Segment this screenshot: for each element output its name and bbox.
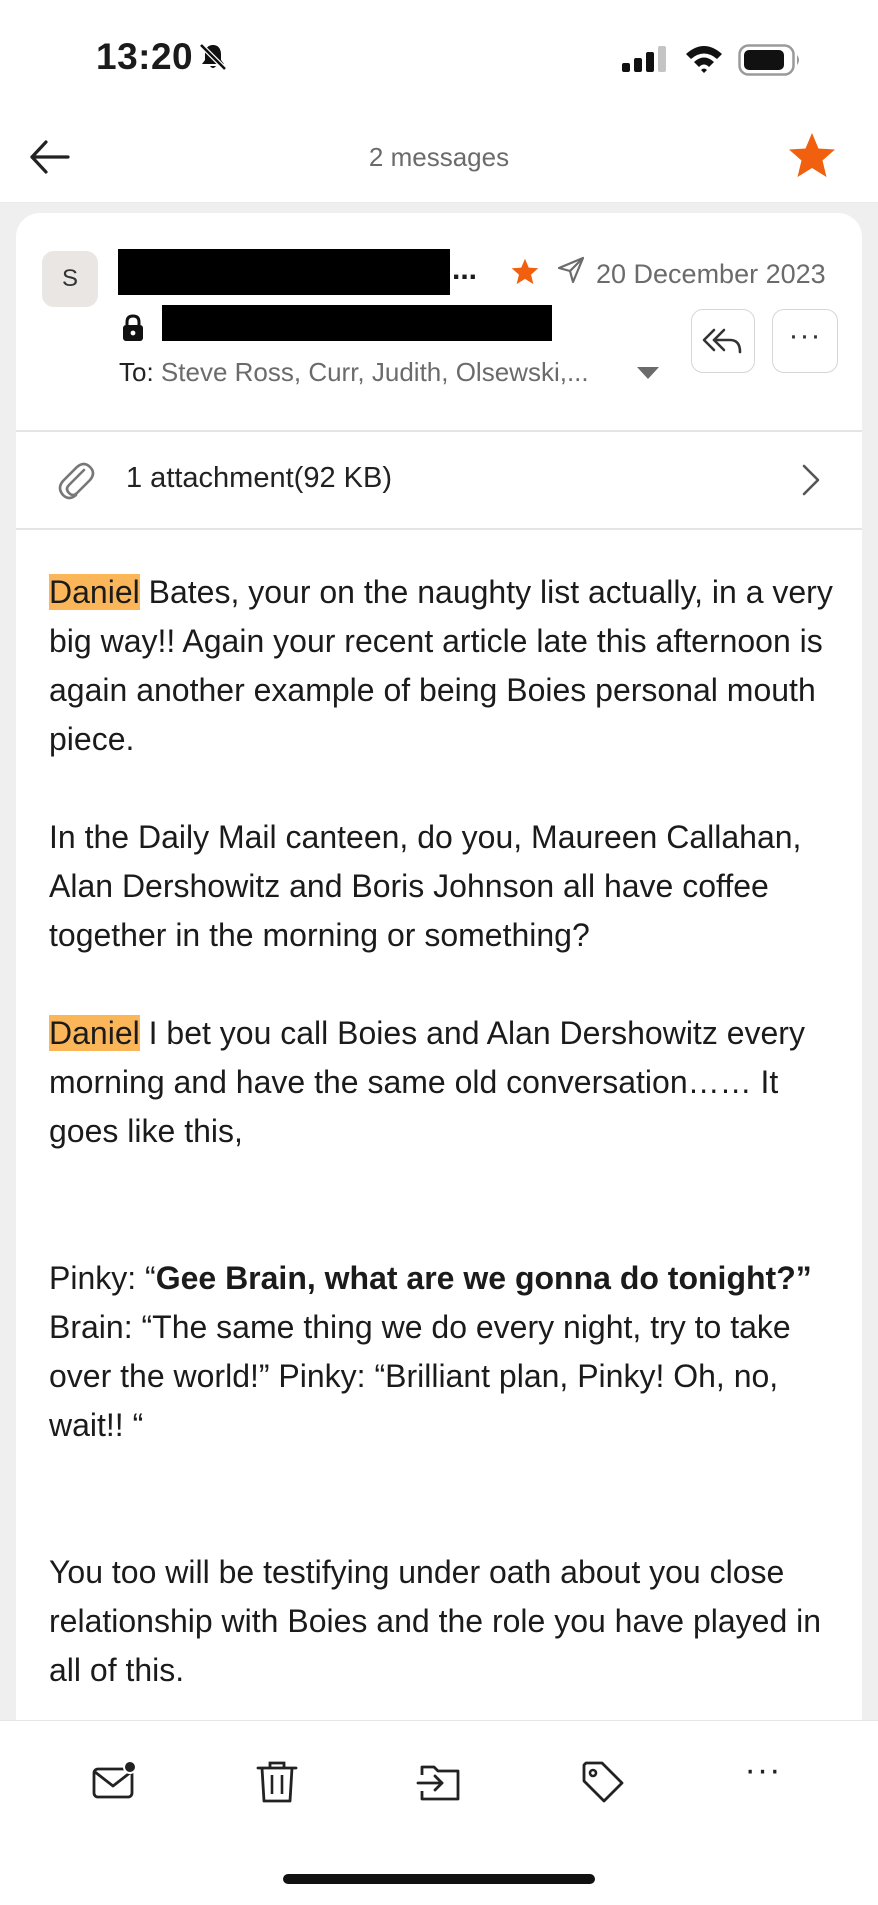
lock-icon bbox=[123, 314, 143, 341]
battery-icon bbox=[738, 44, 799, 76]
redacted-sender-name bbox=[118, 249, 450, 295]
conversation-header: 2 messages bbox=[0, 120, 878, 203]
recipients-list: Steve Ross, Curr, Judith, Olsewski,... bbox=[160, 357, 589, 387]
recipients-line[interactable]: To: Steve Ross, Curr, Judith, Olsewski,.… bbox=[119, 357, 639, 388]
body-paragraph: Pinky: “Gee Brain, what are we gonna do … bbox=[49, 1260, 812, 1443]
status-bar: 13:20 bbox=[0, 0, 878, 120]
attachment-row[interactable]: 1 attachment(92 KB) bbox=[16, 432, 862, 528]
trash-icon[interactable] bbox=[252, 1757, 302, 1807]
divider bbox=[16, 528, 862, 530]
reply-all-button[interactable] bbox=[691, 309, 755, 373]
message-count-title: 2 messages bbox=[368, 142, 510, 172]
message-date: 20 December 2023 bbox=[596, 259, 826, 289]
highlighted-search-term: Daniel bbox=[49, 574, 140, 610]
bell-muted-icon bbox=[199, 43, 227, 71]
home-indicator bbox=[283, 1874, 595, 1884]
body-paragraph: You too will be testifying under oath ab… bbox=[49, 1554, 822, 1688]
wifi-icon bbox=[686, 46, 722, 73]
message-more-button[interactable]: ··· bbox=[772, 309, 838, 373]
attachment-summary: 1 attachment(92 KB) bbox=[126, 462, 392, 494]
message-card: S ... 20 December 2023 To: Steve Ross, C… bbox=[16, 213, 862, 1733]
message-body: Daniel Bates, your on the naughty list a… bbox=[49, 568, 849, 1695]
cellular-signal-icon bbox=[622, 46, 666, 72]
tag-icon[interactable] bbox=[578, 1757, 628, 1807]
reply-all-icon bbox=[702, 328, 742, 354]
status-time: 13:20 bbox=[96, 36, 194, 77]
mark-unread-icon[interactable] bbox=[90, 1757, 140, 1807]
redacted-sender-address bbox=[162, 305, 552, 341]
starred-icon[interactable] bbox=[786, 130, 838, 182]
body-paragraph: Daniel I bet you call Boies and Alan Der… bbox=[49, 1015, 805, 1149]
to-label: To: bbox=[119, 357, 154, 387]
sent-icon bbox=[557, 256, 585, 284]
body-paragraph: In the Daily Mail canteen, do you, Maure… bbox=[49, 819, 802, 953]
more-icon[interactable]: ··· bbox=[738, 1751, 788, 1801]
sender-avatar: S bbox=[42, 251, 98, 307]
move-to-folder-icon[interactable] bbox=[414, 1757, 464, 1807]
expand-recipients-icon[interactable] bbox=[636, 365, 660, 381]
chevron-right-icon bbox=[802, 464, 820, 496]
sender-overflow-ellipsis: ... bbox=[452, 253, 478, 286]
body-paragraph: Daniel Bates, your on the naughty list a… bbox=[49, 574, 833, 757]
paperclip-icon bbox=[58, 462, 95, 500]
highlighted-search-term: Daniel bbox=[49, 1015, 140, 1051]
message-star-icon[interactable] bbox=[510, 257, 540, 287]
more-dots-icon: ··· bbox=[788, 319, 822, 352]
